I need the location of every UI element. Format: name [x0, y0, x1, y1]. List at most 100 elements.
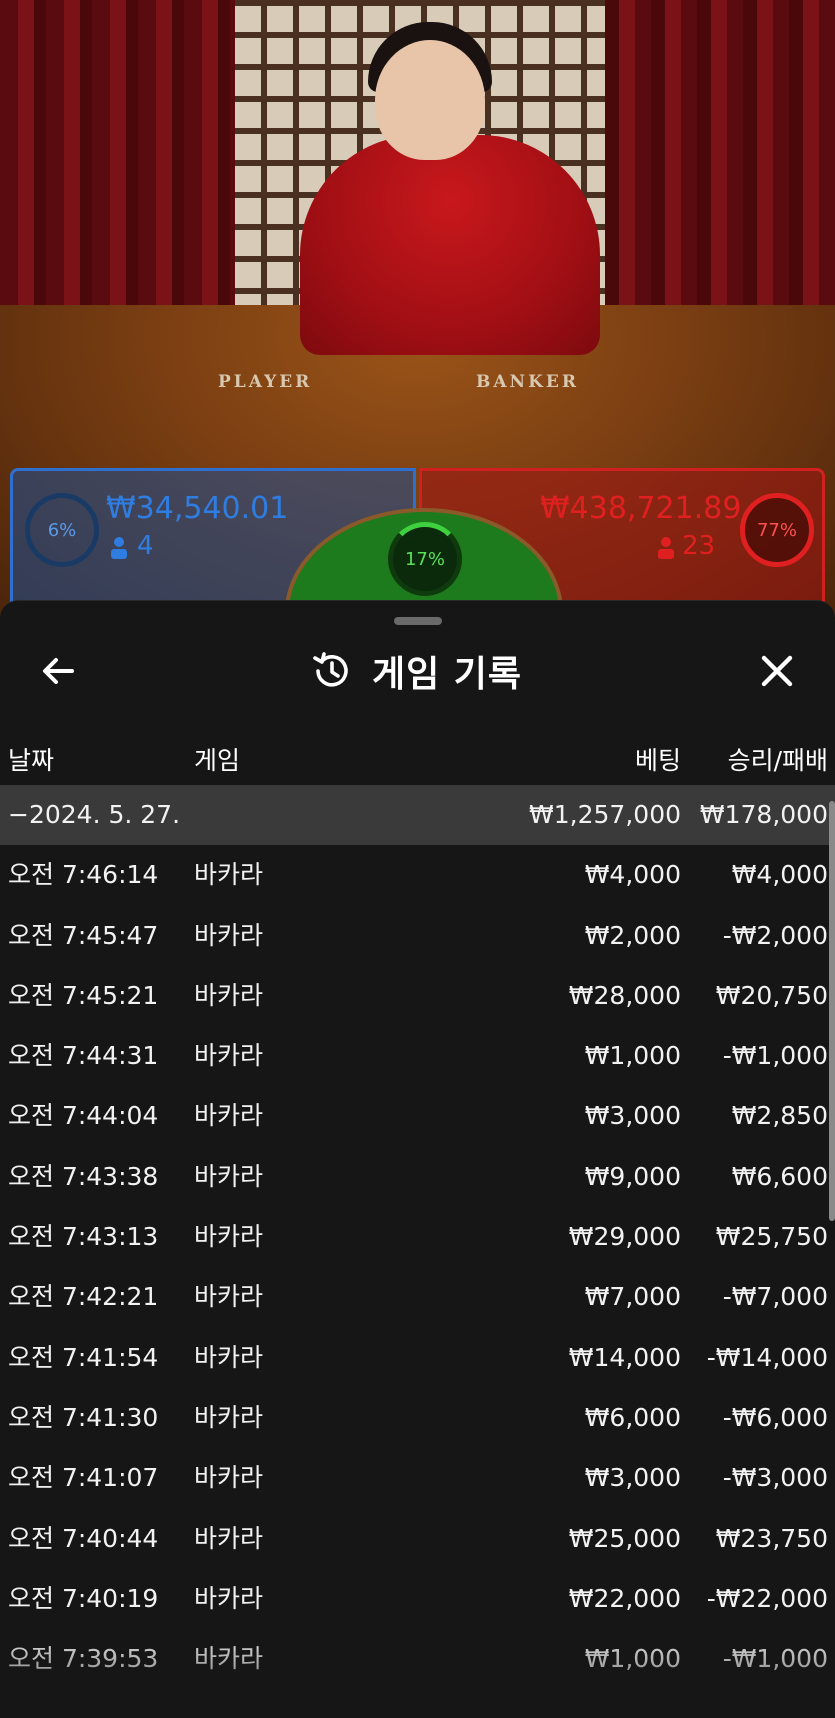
history-row[interactable]: 오전 7:44:31 바카라 ₩1,000 -₩1,000: [0, 1026, 835, 1086]
row-game: 바카라: [194, 1402, 264, 1432]
row-bet: ₩7,000: [584, 1282, 681, 1312]
row-time: 오전 7:43:13: [8, 1222, 159, 1252]
row-time: 오전 7:44:31: [8, 1041, 159, 1071]
row-win-loss: ₩23,750: [715, 1523, 828, 1553]
history-row[interactable]: 오전 7:40:44 바카라 ₩25,000 ₩23,750: [0, 1509, 835, 1569]
history-row[interactable]: 오전 7:40:19 바카라 ₩22,000 -₩22,000: [0, 1569, 835, 1629]
row-bet: ₩14,000: [568, 1342, 681, 1372]
history-table: −2024. 5. 27. ₩1,257,000 ₩178,000 오전 7:4…: [0, 785, 835, 1689]
row-game: 바카라: [194, 1161, 264, 1191]
drag-handle[interactable]: [394, 617, 442, 625]
column-header-game: 게임: [194, 746, 241, 775]
row-bet: ₩3,000: [584, 1463, 681, 1493]
row-bet: ₩2,000: [584, 920, 681, 950]
sheet-title-group: 게임 기록: [310, 641, 522, 701]
row-win-loss: -₩3,000: [722, 1463, 828, 1493]
row-game: 바카라: [194, 1523, 264, 1553]
row-win-loss: ₩20,750: [715, 980, 828, 1010]
curtain-right: [605, 0, 835, 320]
row-bet: ₩22,000: [568, 1583, 681, 1613]
row-time: 오전 7:43:38: [8, 1161, 159, 1191]
row-bet: ₩29,000: [568, 1222, 681, 1252]
row-game: 바카라: [194, 1101, 264, 1131]
history-row[interactable]: 오전 7:44:04 바카라 ₩3,000 ₩2,850: [0, 1086, 835, 1146]
player-percent: 6%: [25, 493, 99, 567]
row-win-loss: -₩7,000: [722, 1282, 828, 1312]
history-row[interactable]: 오전 7:41:30 바카라 ₩6,000 -₩6,000: [0, 1388, 835, 1448]
history-row[interactable]: 오전 7:45:21 바카라 ₩28,000 ₩20,750: [0, 966, 835, 1026]
arrow-left-icon[interactable]: [40, 653, 76, 689]
scrollbar[interactable]: [829, 801, 835, 1221]
row-bet: ₩4,000: [584, 860, 681, 890]
row-time: 오전 7:42:21: [8, 1282, 159, 1312]
live-video: PLAYER BANKER 6% ₩34,540.01 4 ₩438,721.8…: [0, 0, 835, 620]
row-time: 오전 7:40:19: [8, 1583, 159, 1613]
bet-distribution-bar: 6% ₩34,540.01 4 ₩438,721.89 23 77% 17%: [10, 468, 825, 620]
tie-percent: 17%: [388, 522, 462, 596]
row-time: 오전 7:45:21: [8, 980, 159, 1010]
row-bet: ₩1,000: [584, 1041, 681, 1071]
history-row[interactable]: 오전 7:42:21 바카라 ₩7,000 -₩7,000: [0, 1267, 835, 1327]
column-header-date: 날짜: [8, 746, 55, 775]
table-banker-word: BANKER: [476, 372, 579, 392]
date-group-label: −2024. 5. 27.: [8, 800, 181, 829]
row-bet: ₩1,000: [584, 1644, 681, 1674]
row-bet: ₩6,000: [584, 1402, 681, 1432]
row-game: 바카라: [194, 1342, 264, 1372]
row-time: 오전 7:41:30: [8, 1402, 159, 1432]
row-time: 오전 7:46:14: [8, 860, 159, 890]
history-row[interactable]: 오전 7:41:54 바카라 ₩14,000 -₩14,000: [0, 1328, 835, 1388]
player-user-icon: [111, 537, 127, 559]
curtain-left: [0, 0, 235, 320]
row-bet: ₩3,000: [584, 1101, 681, 1131]
table-player-word: PLAYER: [218, 372, 313, 392]
row-time: 오전 7:44:04: [8, 1101, 159, 1131]
row-game: 바카라: [194, 1463, 264, 1493]
column-header-win-loss: 승리/패배: [727, 746, 828, 775]
row-win-loss: -₩1,000: [722, 1041, 828, 1071]
banker-amount: ₩438,721.89: [540, 491, 742, 526]
row-time: 오전 7:45:47: [8, 920, 159, 950]
game-history-sheet: 게임 기록 날짜 게임 베팅 승리/패배 −2024. 5. 27. ₩1,25…: [0, 600, 835, 1718]
history-row[interactable]: 오전 7:46:14 바카라 ₩4,000 ₩4,000: [0, 845, 835, 905]
row-bet: ₩25,000: [568, 1523, 681, 1553]
column-header-bet: 베팅: [634, 746, 681, 775]
date-group-bet: ₩1,257,000: [529, 800, 681, 829]
banker-user-icon: [658, 537, 674, 559]
row-win-loss: ₩2,850: [731, 1101, 828, 1131]
sheet-title: 게임 기록: [372, 654, 523, 695]
history-icon: [310, 650, 352, 692]
date-group-row[interactable]: −2024. 5. 27. ₩1,257,000 ₩178,000: [0, 785, 835, 846]
row-game: 바카라: [194, 1282, 264, 1312]
row-game: 바카라: [194, 1041, 264, 1071]
banker-percent: 77%: [740, 493, 814, 567]
row-game: 바카라: [194, 1222, 264, 1252]
history-row[interactable]: 오전 7:45:47 바카라 ₩2,000 -₩2,000: [0, 906, 835, 966]
dealer: [300, 22, 600, 355]
row-game: 바카라: [194, 920, 264, 950]
row-win-loss: -₩6,000: [722, 1402, 828, 1432]
row-game: 바카라: [194, 980, 264, 1010]
history-row[interactable]: 오전 7:41:07 바카라 ₩3,000 -₩3,000: [0, 1448, 835, 1508]
row-win-loss: ₩4,000: [731, 860, 828, 890]
row-bet: ₩28,000: [568, 980, 681, 1010]
sheet-header: 게임 기록: [0, 641, 835, 701]
player-count: 4: [137, 531, 154, 561]
row-win-loss: ₩25,750: [715, 1222, 828, 1252]
close-icon[interactable]: [757, 651, 797, 691]
player-amount: ₩34,540.01: [106, 491, 289, 526]
row-time: 오전 7:41:54: [8, 1342, 159, 1372]
row-time: 오전 7:41:07: [8, 1463, 159, 1493]
banker-count: 23: [682, 531, 716, 561]
history-row[interactable]: 오전 7:39:53 바카라 ₩1,000 -₩1,000: [0, 1629, 835, 1689]
row-win-loss: -₩22,000: [706, 1583, 828, 1613]
row-time: 오전 7:39:53: [8, 1644, 159, 1674]
row-game: 바카라: [194, 1583, 264, 1613]
row-game: 바카라: [194, 1644, 264, 1674]
row-game: 바카라: [194, 860, 264, 890]
row-win-loss: ₩6,600: [731, 1161, 828, 1191]
history-row[interactable]: 오전 7:43:13 바카라 ₩29,000 ₩25,750: [0, 1207, 835, 1267]
history-row[interactable]: 오전 7:43:38 바카라 ₩9,000 ₩6,600: [0, 1147, 835, 1207]
row-time: 오전 7:40:44: [8, 1523, 159, 1553]
row-win-loss: -₩14,000: [706, 1342, 828, 1372]
